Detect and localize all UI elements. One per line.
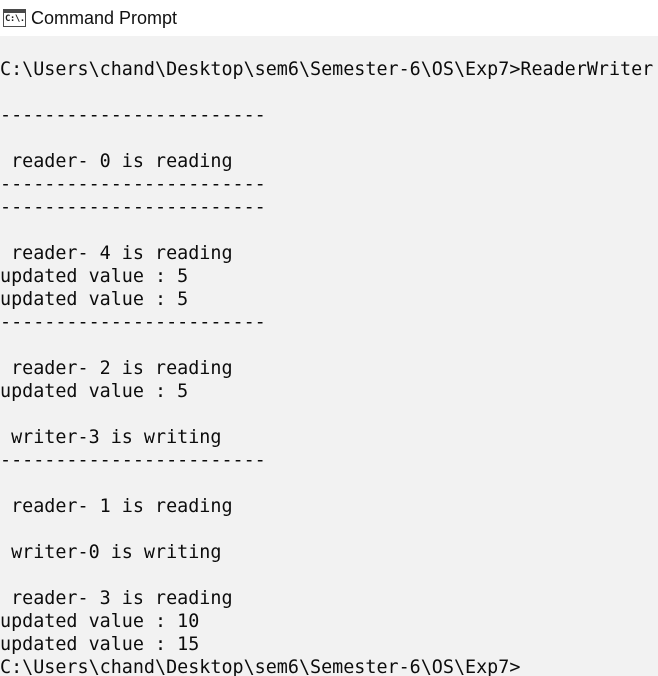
console-prompt-line[interactable]: C:\Users\chand\Desktop\sem6\Semester-6\O… (0, 656, 520, 676)
console-line: writer-3 is writing (0, 427, 222, 448)
console-output[interactable]: C:\Users\chand\Desktop\sem6\Semester-6\O… (0, 36, 658, 676)
console-line: reader- 0 is reading (0, 151, 233, 172)
window-title: Command Prompt (31, 8, 178, 28)
console-line-separator: ------------------------ (0, 450, 266, 471)
console-line-separator: ------------------------ (0, 174, 266, 195)
console-line: reader- 1 is reading (0, 496, 233, 517)
console-line: updated value : 10 (0, 611, 200, 632)
console-line: updated value : 5 (0, 266, 189, 287)
console-line-command: C:\Users\chand\Desktop\sem6\Semester-6\O… (0, 59, 654, 80)
console-line: updated value : 5 (0, 381, 189, 402)
console-line: updated value : 15 (0, 634, 200, 655)
title-bar[interactable]: C:\. Command Prompt (0, 0, 658, 36)
command-prompt-window: C:\. Command Prompt C:\Users\chand\Deskt… (0, 0, 658, 676)
console-line: writer-0 is writing (0, 542, 222, 563)
console-line-separator: ------------------------ (0, 105, 266, 126)
console-line: reader- 2 is reading (0, 358, 233, 379)
console-line: updated value : 5 (0, 289, 189, 310)
console-line: reader- 4 is reading (0, 243, 233, 264)
console-line: reader- 3 is reading (0, 588, 233, 609)
console-line-separator: ------------------------ (0, 312, 266, 333)
cmd-icon-glyph: C:\. (5, 14, 25, 24)
console-line-separator: ------------------------ (0, 197, 266, 218)
cmd-icon: C:\. (3, 9, 26, 27)
